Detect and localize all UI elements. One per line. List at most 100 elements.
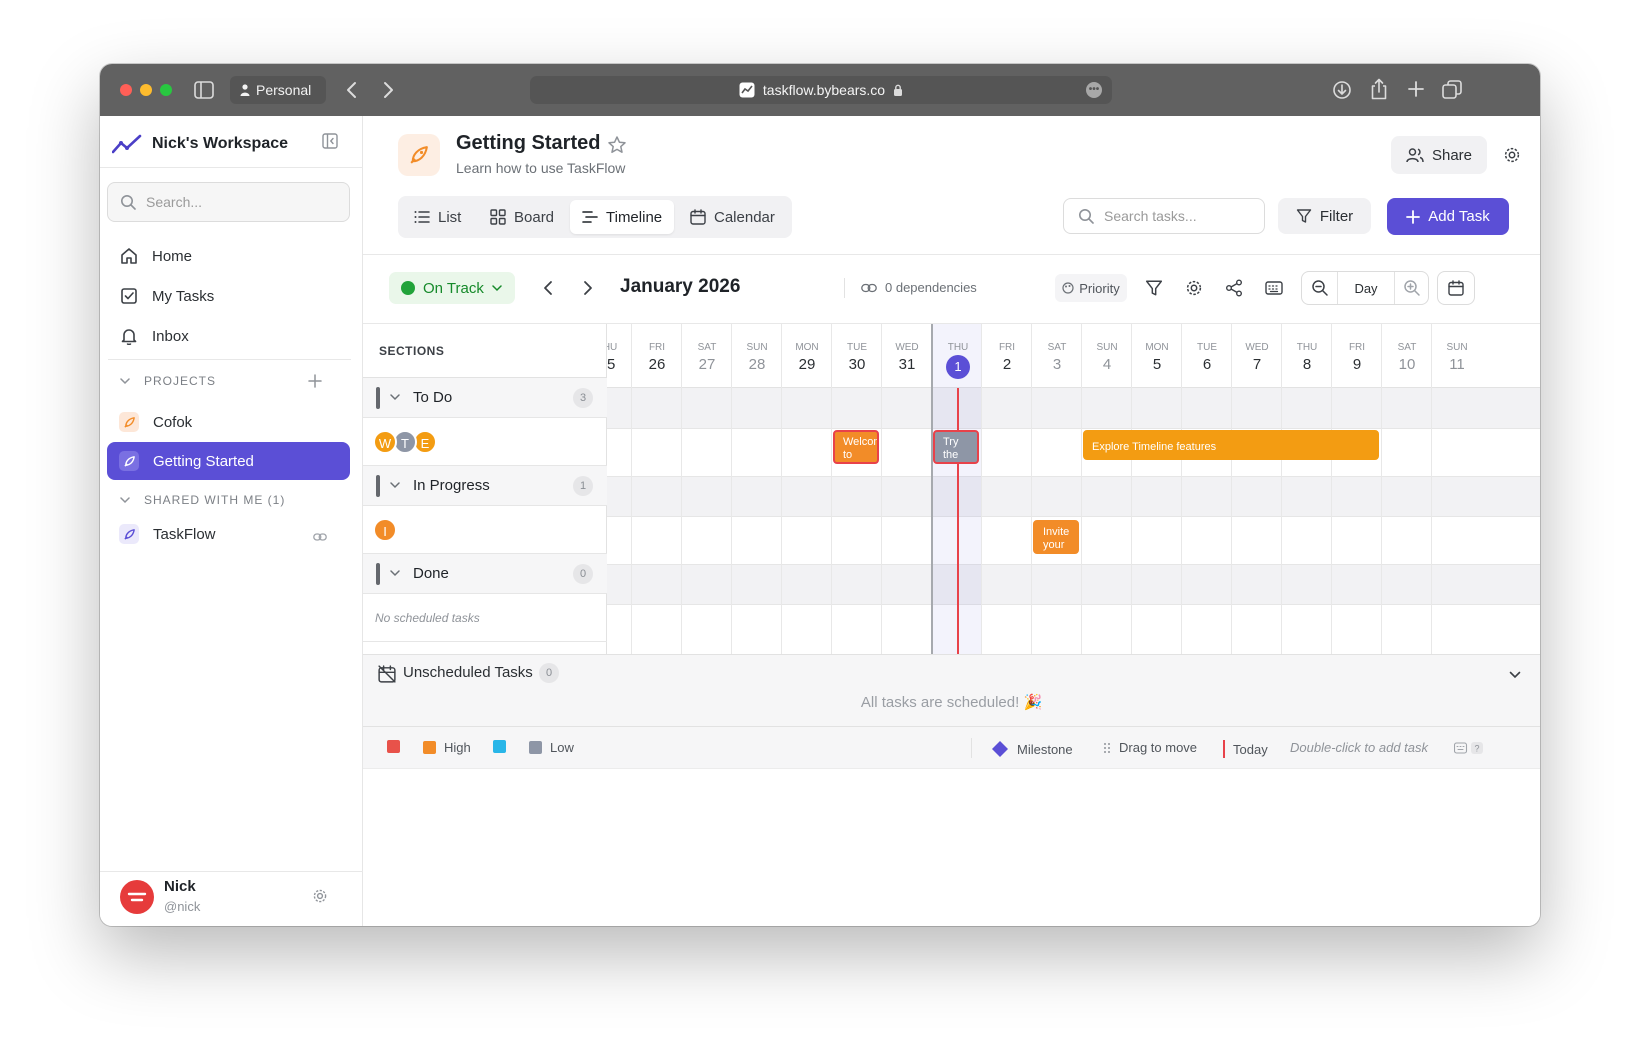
day-of-week-label: FRI	[1348, 342, 1366, 353]
task-bar[interactable]: Explore Timeline features	[1083, 430, 1379, 460]
zoom-in-icon[interactable]	[1403, 279, 1421, 302]
day-column[interactable]: SAT 3	[1031, 324, 1081, 654]
gear-icon[interactable]	[1185, 279, 1203, 302]
projects-section-toggle[interactable]: PROJECTS	[120, 371, 216, 391]
previous-month-icon[interactable]	[543, 280, 553, 301]
keyboard-icon[interactable]	[1265, 280, 1283, 301]
chevron-down-icon[interactable]	[389, 478, 401, 497]
project-settings-icon[interactable]	[1503, 146, 1521, 169]
add-task-button[interactable]: Add Task	[1387, 198, 1509, 235]
user-profile[interactable]: Nick @nick	[120, 878, 340, 918]
keyboard-shortcuts-icon[interactable]: ?	[1453, 741, 1484, 760]
workspace-switcher[interactable]: Nick's Workspace	[112, 131, 342, 157]
today-line	[957, 388, 959, 654]
back-icon[interactable]	[346, 81, 358, 99]
go-to-today-button[interactable]	[1437, 271, 1475, 305]
sidebar-item-home[interactable]: Home	[120, 244, 192, 268]
tab-overview-icon[interactable]	[1442, 80, 1462, 100]
collapse-sidebar-icon[interactable]	[322, 133, 338, 154]
sidebar-item-label: My Tasks	[152, 287, 215, 305]
section-count: 1	[573, 476, 593, 496]
minimize-window-button[interactable]	[140, 84, 152, 96]
profile-switcher[interactable]: Personal	[230, 76, 326, 104]
share-sheet-icon[interactable]	[1370, 78, 1388, 100]
chevron-down-icon[interactable]	[389, 566, 401, 585]
status-label: On Track	[423, 279, 484, 297]
tab-timeline[interactable]: Timeline	[570, 200, 675, 234]
task-bar[interactable]: Invite your team	[1033, 520, 1079, 554]
section-row-to-do[interactable]: To Do 3	[363, 378, 607, 418]
tab-label: Timeline	[606, 208, 663, 226]
sidebar-item-label: Home	[152, 247, 193, 265]
day-number-label: 8	[1302, 356, 1312, 373]
tab-label: List	[438, 208, 462, 226]
day-column[interactable]: WED 7	[1231, 324, 1281, 654]
sidebar-toggle-icon[interactable]	[194, 81, 214, 99]
sidebar-item-getting-started[interactable]: Getting Started	[107, 442, 350, 480]
task-bar[interactable]: Welcome to TaskFlow! 👋	[833, 430, 879, 464]
priority-color-toggle[interactable]: Priority	[1055, 274, 1127, 302]
tab-calendar[interactable]: Calendar	[678, 200, 787, 234]
gear-icon[interactable]	[312, 888, 328, 909]
link-icon[interactable]	[313, 529, 327, 547]
day-column[interactable]: SUN 4	[1081, 324, 1131, 654]
day-column[interactable]: FRI 9	[1331, 324, 1381, 654]
unscheduled-count: 0	[539, 663, 559, 683]
add-project-icon[interactable]	[308, 374, 322, 393]
avatar[interactable]: I	[373, 518, 397, 542]
address-bar[interactable]: taskflow.bybears.co •••	[530, 76, 1112, 104]
day-column[interactable]: FRI 26	[631, 324, 681, 654]
day-column[interactable]: SAT 27	[681, 324, 731, 654]
new-tab-icon[interactable]	[1408, 81, 1424, 97]
day-column[interactable]: TUE 6	[1181, 324, 1231, 654]
download-icon[interactable]	[1332, 80, 1352, 100]
sidebar-item-my-tasks[interactable]: My Tasks	[120, 284, 214, 308]
day-column[interactable]: THU 1	[931, 324, 981, 654]
day-column[interactable]: THU 8	[1281, 324, 1331, 654]
shared-section-toggle[interactable]: SHARED WITH ME (1)	[120, 490, 285, 510]
day-column[interactable]: TUE 30	[831, 324, 881, 654]
star-icon[interactable]	[607, 135, 627, 160]
day-column[interactable]: WED 31	[881, 324, 931, 654]
legend-label: Today	[1233, 741, 1268, 757]
chevron-down-icon	[120, 378, 130, 385]
zoom-window-button[interactable]	[160, 84, 172, 96]
zoom-out-icon[interactable]	[1311, 279, 1329, 302]
day-column[interactable]: SUN 28	[731, 324, 781, 654]
chevron-down-icon[interactable]	[389, 390, 401, 409]
projects-section-label: PROJECTS	[144, 374, 217, 388]
close-window-button[interactable]	[120, 84, 132, 96]
timeline-grid[interactable]: THU 25 FRI 26 SAT 27 SUN 28 MON 29 TUE 30 WED 31 THU 1 F…	[581, 324, 1540, 654]
sidebar-search-input[interactable]: Search...	[107, 182, 350, 222]
legend-swatch	[387, 740, 400, 753]
share-icon[interactable]	[1225, 279, 1243, 302]
section-row-done[interactable]: Done 0	[363, 554, 607, 594]
section-row-in-progress[interactable]: In Progress 1	[363, 466, 607, 506]
tab-board[interactable]: Board	[478, 200, 566, 234]
filter-icon[interactable]	[1145, 279, 1163, 302]
sidebar-item-inbox[interactable]: Inbox	[120, 324, 189, 348]
day-column[interactable]: SUN 11	[1431, 324, 1481, 654]
task-search-input[interactable]: Search tasks...	[1063, 198, 1265, 234]
timeline-icon	[582, 211, 598, 223]
day-column[interactable]: FRI 2	[981, 324, 1031, 654]
share-button[interactable]: Share	[1391, 136, 1487, 174]
legend-label: Milestone	[1017, 741, 1073, 757]
avatar[interactable]: W	[373, 430, 397, 454]
more-options-icon[interactable]: •••	[1086, 82, 1102, 98]
day-of-week-label: WED	[895, 342, 919, 353]
filter-button[interactable]: Filter	[1278, 198, 1371, 234]
dependencies-indicator[interactable]: 0 dependencies	[861, 280, 977, 295]
next-month-icon[interactable]	[583, 280, 593, 301]
status-dropdown[interactable]: On Track	[389, 272, 515, 304]
tab-list[interactable]: List	[402, 200, 473, 234]
zoom-level[interactable]: Day	[1338, 272, 1394, 304]
day-column[interactable]: MON 29	[781, 324, 831, 654]
chevron-down-icon[interactable]	[1509, 667, 1521, 685]
browser-window: Personal taskflow.bybears.co ••• Nick's …	[100, 64, 1540, 926]
task-bar[interactable]: Try the Board view	[933, 430, 979, 464]
forward-icon[interactable]	[382, 81, 394, 99]
sidebar-item-cofok[interactable]: Cofok	[107, 403, 350, 441]
day-column[interactable]: MON 5	[1131, 324, 1181, 654]
day-column[interactable]: SAT 10	[1381, 324, 1431, 654]
